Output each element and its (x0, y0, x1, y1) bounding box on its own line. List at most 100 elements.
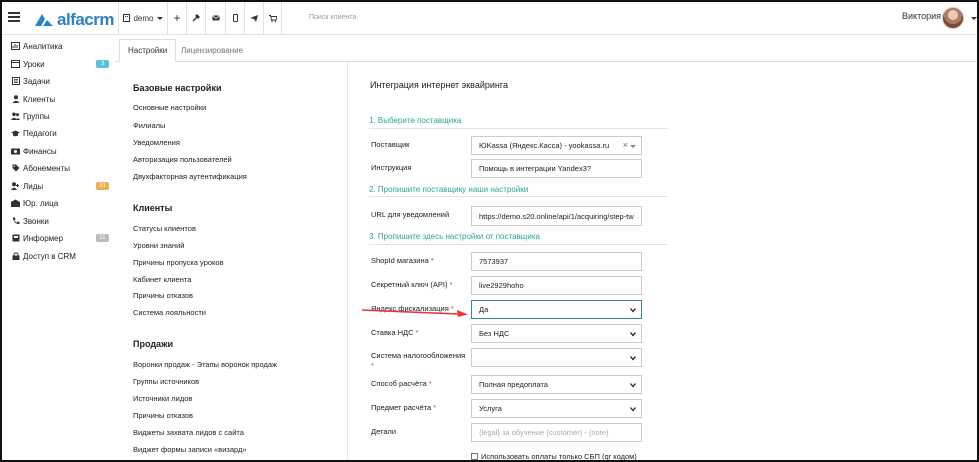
vat-select[interactable]: Без НДС (471, 324, 642, 343)
sidebar: Аналитика Уроки 3 Задачи Клиенты Группы … (2, 35, 115, 460)
logo[interactable]: alfacrm (34, 10, 114, 30)
branch-icon (123, 14, 131, 22)
menu-link[interactable]: Воронки продаж - Этапы воронок продаж (133, 360, 277, 369)
sidebar-item-groups[interactable]: Группы (11, 108, 111, 124)
sidebar-item-leads[interactable]: Лиды 31 (11, 178, 111, 194)
sidebar-item-finances[interactable]: Финансы (11, 143, 111, 159)
clear-icon[interactable]: × (623, 140, 628, 150)
sidebar-item-clients[interactable]: Клиенты (11, 91, 111, 107)
chevron-down-icon (630, 356, 636, 361)
menu-link[interactable]: Виджет формы записи «визард» (133, 445, 247, 454)
payment-subject-label-text: Предмет расчёта (371, 403, 432, 412)
sidebar-item-label: Педагоги (23, 128, 57, 138)
sidebar-item-crm-access[interactable]: Доступ в CRM (11, 248, 111, 264)
sidebar-item-legal-entities[interactable]: Юр. лица (11, 195, 111, 211)
details-field[interactable]: {legal} за обучение {customer} - {note} (471, 423, 642, 442)
informer-count-badge: 11 (96, 234, 109, 242)
payment-method-select[interactable]: Полная предоплата (471, 375, 642, 394)
menu-link[interactable]: Уведомления (133, 138, 180, 147)
page-title: Интеграция интернет эквайринга (370, 80, 508, 90)
provider-select[interactable]: ЮKassa (Яндекс.Касса) - yookassa.ru × (471, 136, 642, 155)
hamburger-menu-icon[interactable] (8, 12, 20, 22)
instruction-link[interactable]: Помощь в интеграции Yandex3? (471, 159, 642, 178)
divider (369, 196, 668, 197)
vat-value: Без НДС (479, 329, 510, 338)
menu-link[interactable]: Основные настройки (133, 103, 206, 112)
cart-icon[interactable] (263, 2, 282, 34)
send-icon[interactable] (244, 2, 263, 34)
sidebar-item-lessons[interactable]: Уроки 3 (11, 56, 111, 72)
payment-subject-select[interactable]: Услуга (471, 399, 642, 418)
sbp-only-checkbox-row[interactable]: Использовать оплаты только СБП (qr кодом… (471, 452, 637, 460)
chevron-down-icon (630, 383, 636, 388)
user-menu-chevron-icon[interactable] (971, 17, 977, 20)
sidebar-item-subscriptions[interactable]: Абонементы (11, 160, 111, 176)
sidebar-item-label: Информер (23, 233, 64, 243)
sidebar-item-label: Лиды (23, 181, 44, 191)
users-icon (11, 112, 20, 120)
tax-system-select[interactable] (471, 348, 642, 367)
top-bar: alfacrm demo + Поиск клиента Виктория (2, 2, 977, 35)
tasks-icon (11, 77, 20, 85)
sidebar-item-informer[interactable]: Информер 11 (11, 230, 111, 246)
shop-id-field[interactable]: 7573937 (471, 252, 642, 271)
phone-icon (11, 217, 20, 225)
sidebar-item-calls[interactable]: Звонки (11, 213, 111, 229)
mail-icon[interactable] (205, 2, 225, 34)
client-search-input[interactable]: Поиск клиента (309, 14, 356, 21)
menu-link[interactable]: Причины отказов (133, 411, 193, 420)
secret-key-field[interactable]: live2929hoho (471, 276, 642, 295)
phone-icon[interactable] (225, 2, 244, 34)
vat-label: Ставка НДС * (371, 328, 419, 337)
wrench-icon[interactable] (186, 2, 205, 34)
instruction-value: Помощь в интеграции Yandex3? (479, 164, 592, 173)
tab-licensing[interactable]: Лицензирование (173, 39, 251, 62)
user-icon (11, 95, 20, 103)
building-icon (11, 199, 20, 207)
sidebar-item-label: Звонки (23, 216, 49, 226)
menu-link[interactable]: Причины отказов (133, 291, 193, 300)
menu-link[interactable]: Уровни знаний (133, 241, 184, 250)
user-name[interactable]: Виктория (902, 11, 941, 21)
sidebar-item-analytics[interactable]: Аналитика (11, 38, 111, 54)
required-mark: * (449, 280, 453, 289)
branch-name: demo (133, 13, 154, 23)
sbp-only-checkbox[interactable] (471, 453, 478, 460)
payment-subject-value: Услуга (479, 404, 502, 413)
sidebar-item-teachers[interactable]: Педагоги (11, 125, 111, 141)
branch-selector[interactable]: demo (118, 2, 167, 34)
fiscal-select[interactable]: Да (471, 300, 642, 319)
sidebar-item-label: Аналитика (23, 41, 63, 51)
step-title-1: 1. Выберите поставщика (369, 116, 462, 125)
menu-link[interactable]: Причины пропуска уроков (133, 258, 224, 267)
menu-link[interactable]: Источники лидов (133, 394, 192, 403)
vat-label-text: Ставка НДС (371, 328, 414, 337)
money-icon (11, 147, 20, 155)
menu-link[interactable]: Статусы клиентов (133, 224, 196, 233)
divider (369, 128, 668, 129)
menu-link[interactable]: Виджеты захвата лидов с сайта (133, 428, 244, 437)
menu-link[interactable]: Двухфакторная аутентификация (133, 172, 247, 181)
plus-icon[interactable]: + (167, 2, 186, 34)
payment-method-label: Способ расчёта * (371, 379, 432, 388)
notify-url-label: URL для уведомлений (371, 210, 450, 219)
required-mark: * (371, 361, 374, 370)
chevron-down-icon (630, 145, 636, 148)
menu-link[interactable]: Кабинет клиента (133, 275, 191, 284)
user-plus-icon (11, 182, 20, 190)
menu-link[interactable]: Авторизация пользователей (133, 155, 232, 164)
menu-link[interactable]: Группы источников (133, 377, 199, 386)
secret-key-label: Секретный ключ (API) * (371, 280, 453, 289)
notify-url-field[interactable]: https://demo.s20.online/api/1/acquiring/… (471, 206, 642, 226)
payment-subject-label: Предмет расчёта * (371, 403, 436, 412)
tab-settings[interactable]: Настройки (119, 39, 177, 62)
tag-icon (11, 164, 20, 172)
avatar[interactable] (942, 7, 964, 29)
chevron-down-icon (630, 332, 636, 337)
menu-link[interactable]: Система лояльности (133, 308, 206, 317)
menu-link[interactable]: Филиалы (133, 121, 165, 130)
tax-system-label-text: Система налогообложения (371, 351, 466, 360)
sidebar-item-tasks[interactable]: Задачи (11, 73, 111, 89)
shop-id-value: 7573937 (479, 257, 509, 266)
required-mark: * (433, 403, 437, 412)
